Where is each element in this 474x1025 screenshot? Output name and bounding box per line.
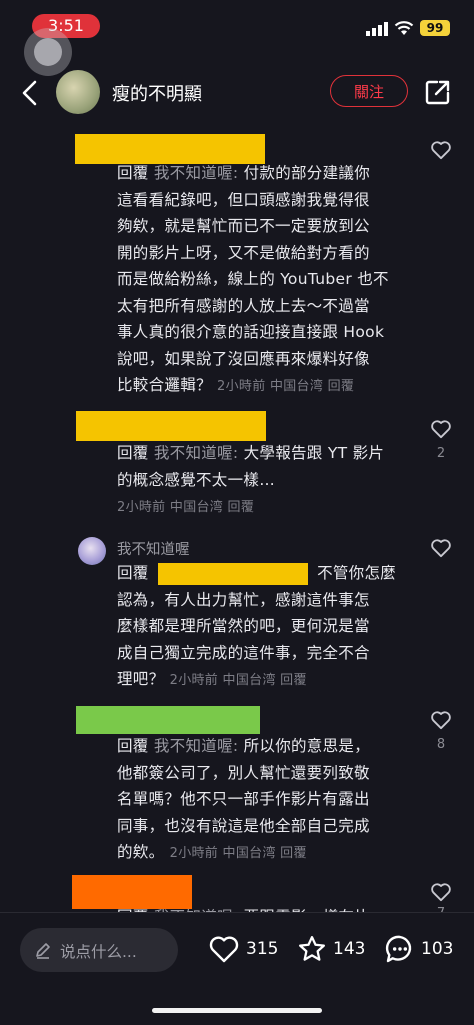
- comment-line: 理吧？: [117, 670, 165, 688]
- comment-line: 同事，也沒有說這是他全部自己完成: [117, 816, 370, 835]
- comment-body: 回覆 我不知道喔: 付款的部分建議你 這看看紀錄吧，但口頭感謝我覺得很 夠欸，就…: [117, 160, 407, 401]
- comment-meta[interactable]: 2小時前 中国台湾 回覆: [217, 379, 354, 394]
- comment-body: 回覆 我不知道喔: 所以你的意思是， 他都簽公司了，別人幫忙還要列致敬 名單嗎？…: [117, 733, 407, 868]
- comment-meta[interactable]: 2小時前 中国台湾 回覆: [170, 846, 307, 861]
- heart-icon[interactable]: [430, 710, 452, 730]
- comment-line: 名單嗎？他不只一部手作影片有露出: [117, 790, 370, 808]
- like-count: 315: [246, 939, 279, 959]
- username[interactable]: 瘦的不明顯: [112, 80, 202, 106]
- star-icon[interactable]: [296, 934, 328, 964]
- comment-line: 這看看紀錄吧，但口頭感謝我覺得很: [117, 190, 370, 209]
- heart-icon[interactable]: [430, 882, 452, 902]
- comment-body: 回覆 不管你怎麼 認為，有人出力幫忙，感謝這件事怎 麼樣都是理所當然的吧，更何況…: [117, 560, 407, 695]
- comment-icon[interactable]: [383, 933, 417, 965]
- comment-line: 所以你的意思是，: [243, 737, 371, 755]
- heart-icon[interactable]: [430, 140, 452, 160]
- comment-line: 麼樣都是理所當然的吧，更何況是當: [117, 617, 370, 635]
- comment-meta[interactable]: 2小時前 中国台湾 回覆: [170, 673, 307, 688]
- pencil-icon: [36, 943, 50, 959]
- comment-line: 他都簽公司了，別人幫忙還要列致敬: [117, 763, 370, 782]
- share-icon[interactable]: [424, 78, 452, 106]
- comment-line: 比較合邏輯？: [117, 376, 212, 394]
- assistive-touch[interactable]: [24, 28, 72, 76]
- comment-line: 成自己獨立完成的這件事，完全不合: [117, 643, 370, 662]
- battery-indicator: 99: [420, 20, 450, 36]
- home-indicator[interactable]: [152, 1008, 322, 1013]
- comment-line: 認為，有人出力幫忙，感謝這件事怎: [117, 590, 370, 609]
- comment-body: 回覆 我不知道喔: 大學報告跟 YT 影片 的概念感覺不太一樣… 2小時前 中国…: [117, 440, 407, 523]
- like-count: 8: [436, 737, 446, 752]
- comment-line: 事人真的很介意的話迎接直接跟 Hook: [117, 323, 385, 341]
- follow-button[interactable]: 關注: [330, 75, 408, 107]
- mention[interactable]: 我不知道喔:: [154, 737, 239, 755]
- like-count: 2: [436, 446, 446, 461]
- avatar[interactable]: [56, 70, 100, 114]
- comment-line: 而是做給粉絲，線上的 YouTuber 也不: [117, 270, 389, 288]
- comment-input-placeholder[interactable]: 说点什么...: [60, 940, 137, 962]
- comment-line: 說吧，如果說了沒回應再來爆料好像: [117, 349, 370, 368]
- comment-count: 103: [421, 939, 454, 959]
- back-icon[interactable]: [20, 80, 38, 106]
- comment-line: 付款的部分建議你: [243, 164, 371, 182]
- heart-icon[interactable]: [430, 419, 452, 439]
- comment-author[interactable]: 我不知道喔: [117, 538, 190, 559]
- redacted-username: [76, 411, 266, 441]
- mention[interactable]: 我不知道喔:: [154, 444, 239, 462]
- comment-line: 的概念感覺不太一樣…: [117, 470, 276, 489]
- reply-label: 回覆: [117, 444, 149, 462]
- signal-icon: [366, 22, 388, 36]
- comment-line: 不管你怎麼: [317, 564, 397, 582]
- reply-label: 回覆: [117, 164, 149, 182]
- comment-line: 開的影片上呀，又不是做給對方看的: [117, 243, 370, 262]
- redacted-username: [76, 706, 260, 734]
- reply-label: 回覆: [117, 737, 149, 755]
- wifi-icon: [394, 21, 414, 35]
- comment-line: 大學報告跟 YT 影片: [243, 444, 385, 462]
- comment-line: 太有把所有感謝的人放上去～不過當: [117, 296, 370, 315]
- favorite-count: 143: [333, 939, 366, 959]
- comment-line: 夠欸，就是幫忙而已不一定要放到公: [117, 217, 370, 235]
- heart-icon[interactable]: [430, 538, 452, 558]
- reply-label: 回覆: [117, 564, 149, 582]
- avatar[interactable]: [78, 537, 106, 565]
- comment-meta[interactable]: 2小時前 中国台湾 回覆: [117, 493, 407, 523]
- heart-icon[interactable]: [208, 934, 240, 964]
- mention[interactable]: 我不知道喔:: [154, 164, 239, 182]
- comment-line: 的欸。: [117, 843, 165, 861]
- redacted-mention: [157, 562, 308, 585]
